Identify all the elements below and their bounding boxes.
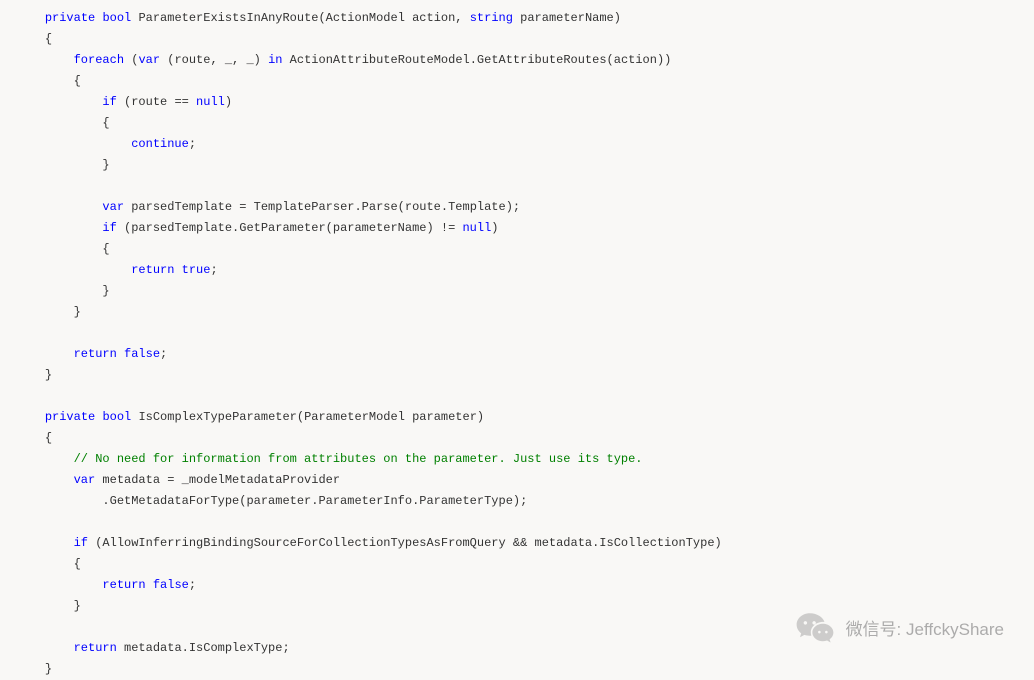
code-token: }	[45, 368, 52, 382]
code-token: return	[131, 263, 174, 277]
code-token	[117, 347, 124, 361]
code-token: (parsedTemplate.GetParameter(parameterNa…	[117, 221, 463, 235]
code-token: ;	[210, 263, 217, 277]
code-line: return false;	[16, 575, 1018, 596]
code-token: false	[124, 347, 160, 361]
code-token	[146, 578, 153, 592]
code-line: {	[16, 71, 1018, 92]
code-token: }	[74, 599, 81, 613]
code-token: null	[196, 95, 225, 109]
code-token: )	[491, 221, 498, 235]
code-token: parsedTemplate = TemplateParser.Parse(ro…	[124, 200, 520, 214]
code-token: private	[45, 11, 95, 25]
code-line: }	[16, 302, 1018, 323]
code-line: var metadata = _modelMetadataProvider	[16, 470, 1018, 491]
code-block: private bool ParameterExistsInAnyRoute(A…	[16, 8, 1018, 680]
code-token: bool	[102, 410, 131, 424]
code-line	[16, 323, 1018, 344]
code-token: ;	[189, 578, 196, 592]
code-token: {	[74, 557, 81, 571]
code-token: parameterName)	[513, 11, 621, 25]
code-token: ;	[160, 347, 167, 361]
code-token: if	[74, 536, 88, 550]
code-line: }	[16, 659, 1018, 680]
code-line: }	[16, 365, 1018, 386]
code-token: string	[470, 11, 513, 25]
code-line: continue;	[16, 134, 1018, 155]
code-token: in	[268, 53, 282, 67]
code-token: // No need for information from attribut…	[74, 452, 643, 466]
code-token: private	[45, 410, 95, 424]
code-token: (	[124, 53, 138, 67]
code-token: .GetMetadataForType(parameter.ParameterI…	[102, 494, 527, 508]
code-token: {	[74, 74, 81, 88]
code-token: if	[102, 221, 116, 235]
code-token: if	[102, 95, 116, 109]
code-token: false	[153, 578, 189, 592]
code-token: (AllowInferringBindingSourceForCollectio…	[88, 536, 722, 550]
code-token: var	[74, 473, 96, 487]
code-token: var	[102, 200, 124, 214]
code-line	[16, 176, 1018, 197]
code-line: private bool ParameterExistsInAnyRoute(A…	[16, 8, 1018, 29]
code-line: var parsedTemplate = TemplateParser.Pars…	[16, 197, 1018, 218]
code-line: if (parsedTemplate.GetParameter(paramete…	[16, 218, 1018, 239]
code-line: foreach (var (route, _, _) in ActionAttr…	[16, 50, 1018, 71]
code-line: {	[16, 554, 1018, 575]
code-line: {	[16, 29, 1018, 50]
code-token: (route ==	[117, 95, 196, 109]
code-line: return false;	[16, 344, 1018, 365]
code-line	[16, 512, 1018, 533]
code-token: foreach	[74, 53, 124, 67]
code-token: true	[182, 263, 211, 277]
code-line: }	[16, 281, 1018, 302]
code-token: return	[102, 578, 145, 592]
code-line: return true;	[16, 260, 1018, 281]
code-line: }	[16, 155, 1018, 176]
code-token: var	[138, 53, 160, 67]
code-token: ActionAttributeRouteModel.GetAttributeRo…	[282, 53, 671, 67]
code-line	[16, 386, 1018, 407]
code-line: if (route == null)	[16, 92, 1018, 113]
code-token: return	[74, 641, 117, 655]
code-line: .GetMetadataForType(parameter.ParameterI…	[16, 491, 1018, 512]
code-line: private bool IsComplexTypeParameter(Para…	[16, 407, 1018, 428]
code-token: }	[102, 158, 109, 172]
code-line: {	[16, 239, 1018, 260]
code-token: ParameterExistsInAnyRoute(ActionModel ac…	[131, 11, 469, 25]
code-token: ;	[189, 137, 196, 151]
code-token: bool	[102, 11, 131, 25]
code-token: continue	[131, 137, 189, 151]
code-line: {	[16, 113, 1018, 134]
code-token: {	[102, 116, 109, 130]
code-token: {	[45, 32, 52, 46]
code-line: if (AllowInferringBindingSourceForCollec…	[16, 533, 1018, 554]
code-token: {	[102, 242, 109, 256]
code-token: }	[102, 284, 109, 298]
code-line: // No need for information from attribut…	[16, 449, 1018, 470]
wechat-icon	[794, 608, 836, 650]
watermark-text: 微信号: JeffckyShare	[846, 619, 1004, 640]
code-line: {	[16, 428, 1018, 449]
code-token: }	[74, 305, 81, 319]
code-token: IsComplexTypeParameter(ParameterModel pa…	[131, 410, 484, 424]
code-token: return	[74, 347, 117, 361]
code-token: (route, _, _)	[160, 53, 268, 67]
code-token: metadata.IsComplexType;	[117, 641, 290, 655]
code-token: )	[225, 95, 232, 109]
watermark: 微信号: JeffckyShare	[794, 608, 1004, 650]
code-token: }	[45, 662, 52, 676]
code-token: {	[45, 431, 52, 445]
code-token: metadata = _modelMetadataProvider	[95, 473, 340, 487]
code-token	[174, 263, 181, 277]
code-token: null	[462, 221, 491, 235]
